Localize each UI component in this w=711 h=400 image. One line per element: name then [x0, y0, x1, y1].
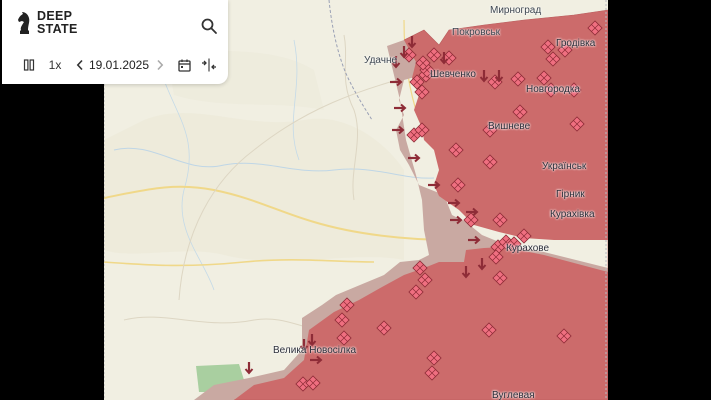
- place-label: Покровськ: [452, 27, 501, 38]
- place-label: Курахове: [506, 243, 550, 254]
- place-label: Курахівка: [550, 209, 595, 220]
- terrain-shading: [104, 112, 404, 261]
- prev-date-button[interactable]: [74, 56, 86, 74]
- place-label: Велика Новосілка: [273, 345, 357, 356]
- place-label: Гродівка: [556, 38, 596, 49]
- pause-icon: [23, 59, 35, 71]
- calendar-icon: [177, 59, 191, 72]
- place-label: Гірник: [556, 189, 585, 200]
- app-logo[interactable]: DEEP STATE: [16, 10, 78, 36]
- place-label: Новгородка: [526, 84, 580, 95]
- timeline-controls: 1x 19.01.2025: [18, 56, 223, 74]
- search-button[interactable]: [200, 17, 218, 35]
- compare-arrows-icon: [202, 58, 216, 72]
- logo-line-2: STATE: [37, 22, 78, 36]
- place-label: Вуглевая: [492, 390, 535, 400]
- place-label: Українськ: [542, 161, 587, 172]
- speed-button[interactable]: 1x: [46, 56, 64, 74]
- current-date[interactable]: 19.01.2025: [89, 56, 149, 74]
- app-name: DEEP STATE: [37, 10, 78, 36]
- place-label: Удачне: [364, 55, 398, 66]
- next-date-button[interactable]: [154, 56, 166, 74]
- place-label: Вишневе: [488, 121, 531, 132]
- chevron-left-icon: [76, 59, 83, 71]
- search-icon: [201, 18, 217, 34]
- place-label: Мирноград: [490, 5, 542, 16]
- pause-button[interactable]: [22, 56, 36, 74]
- compare-button[interactable]: [200, 56, 218, 74]
- control-panel: DEEP STATE 1x 19.01.2025: [2, 0, 228, 84]
- calendar-button[interactable]: [176, 56, 192, 74]
- place-label: Шевченко: [430, 69, 476, 80]
- knight-chess-icon: [18, 12, 30, 34]
- chevron-right-icon: [157, 59, 164, 71]
